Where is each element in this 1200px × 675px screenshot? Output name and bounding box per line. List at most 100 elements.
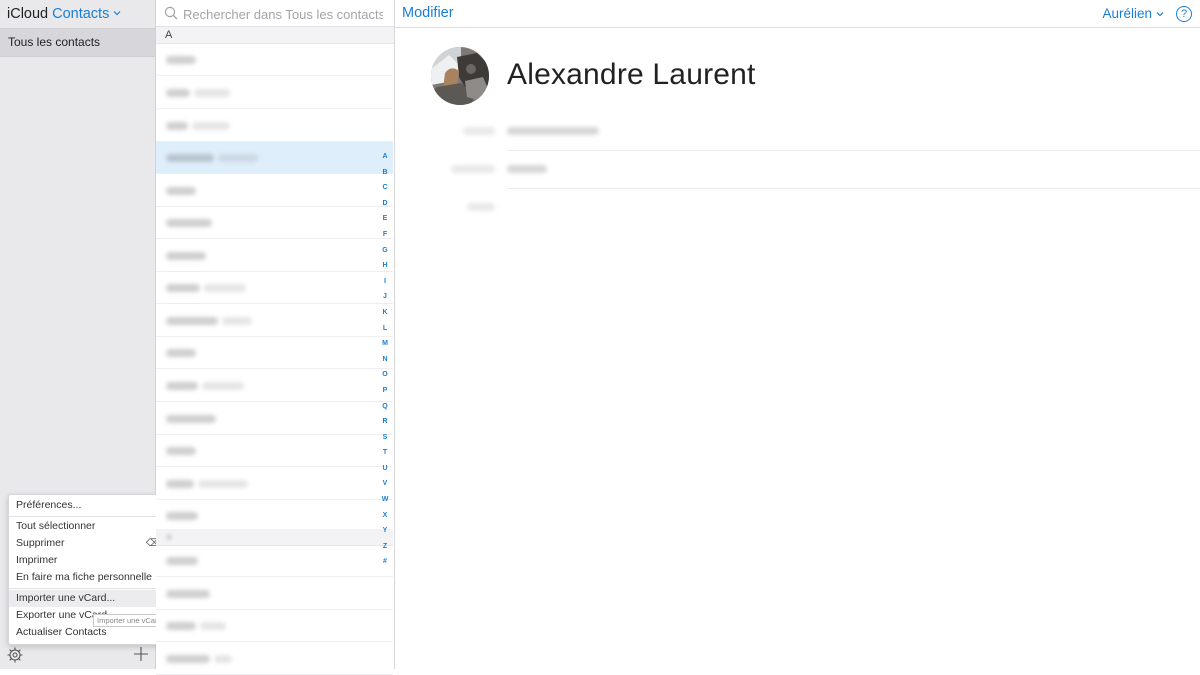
blurred-name bbox=[166, 187, 196, 195]
blurred-name bbox=[166, 252, 206, 260]
contact-row[interactable] bbox=[156, 500, 393, 532]
index-letter[interactable]: Z bbox=[377, 539, 393, 555]
index-letter[interactable]: Y bbox=[377, 523, 393, 539]
index-letter[interactable]: S bbox=[377, 430, 393, 446]
contact-row[interactable] bbox=[156, 240, 393, 272]
contact-row[interactable] bbox=[156, 305, 393, 337]
contact-row[interactable] bbox=[156, 44, 393, 76]
index-letter[interactable]: W bbox=[377, 492, 393, 508]
blurred-name bbox=[166, 557, 198, 565]
contact-row[interactable] bbox=[156, 207, 393, 239]
index-letter[interactable]: X bbox=[377, 508, 393, 524]
index-letter[interactable]: A bbox=[377, 149, 393, 165]
contact-row[interactable] bbox=[156, 110, 393, 142]
index-letter[interactable]: R bbox=[377, 414, 393, 430]
app-switcher[interactable]: Contacts bbox=[52, 6, 109, 22]
contact-row[interactable] bbox=[156, 403, 393, 435]
section-header: A bbox=[156, 27, 394, 44]
search-bar bbox=[156, 0, 394, 27]
menu-item-preferences[interactable]: Préférences... bbox=[9, 497, 166, 514]
index-letter[interactable]: D bbox=[377, 196, 393, 212]
contact-row[interactable] bbox=[156, 337, 393, 369]
index-letter[interactable]: O bbox=[377, 367, 393, 383]
blurred-name bbox=[166, 154, 214, 162]
menu-item-delete[interactable]: Supprimer ⌫ bbox=[9, 535, 166, 552]
index-letter[interactable]: J bbox=[377, 289, 393, 305]
edit-button[interactable]: Modifier bbox=[402, 5, 454, 21]
plus-icon[interactable] bbox=[132, 645, 150, 663]
contact-row[interactable] bbox=[156, 435, 393, 467]
index-letter[interactable]: U bbox=[377, 461, 393, 477]
tooltip: Importer une vCard bbox=[93, 614, 166, 627]
contact-row[interactable] bbox=[156, 370, 393, 402]
user-name: Aurélien bbox=[1102, 6, 1152, 21]
detail-toolbar: Modifier Aurélien ? bbox=[395, 0, 1200, 28]
blurred-name bbox=[218, 154, 258, 162]
blurred-name bbox=[166, 655, 210, 663]
contact-row[interactable] bbox=[156, 545, 393, 577]
user-menu[interactable]: Aurélien bbox=[1102, 6, 1164, 21]
gear-icon[interactable] bbox=[6, 646, 24, 664]
blurred-name bbox=[166, 56, 196, 64]
index-letter[interactable]: H bbox=[377, 258, 393, 274]
field-notes bbox=[395, 189, 1200, 227]
field-value[interactable] bbox=[507, 165, 547, 173]
blurred-name bbox=[166, 480, 194, 488]
index-letter[interactable]: L bbox=[377, 321, 393, 337]
field-phone bbox=[395, 113, 1200, 151]
contact-row[interactable] bbox=[156, 610, 393, 642]
avatar bbox=[431, 47, 489, 105]
menu-item-print[interactable]: Imprimer bbox=[9, 552, 166, 569]
blurred-name bbox=[166, 415, 216, 423]
blurred-name bbox=[166, 284, 200, 292]
index-letter[interactable]: # bbox=[377, 554, 393, 570]
contact-row[interactable] bbox=[156, 175, 393, 207]
help-icon[interactable]: ? bbox=[1176, 6, 1192, 22]
index-letter[interactable]: T bbox=[377, 445, 393, 461]
contact-row[interactable] bbox=[156, 142, 393, 174]
chevron-down-icon[interactable] bbox=[113, 10, 121, 16]
section-header-z bbox=[156, 529, 393, 546]
blurred-name bbox=[166, 382, 198, 390]
index-letter[interactable]: N bbox=[377, 352, 393, 368]
menu-separator bbox=[9, 516, 166, 517]
search-input[interactable] bbox=[181, 3, 385, 25]
alphabet-index: A B C D E F G H I J K L M N O P Q R S T U V W X Y Z # bbox=[377, 149, 393, 570]
index-letter[interactable]: Q bbox=[377, 399, 393, 415]
contact-row[interactable] bbox=[156, 578, 393, 610]
index-letter[interactable]: E bbox=[377, 211, 393, 227]
menu-item-delete-label: Supprimer bbox=[16, 537, 65, 549]
search-icon bbox=[164, 6, 178, 20]
blurred-name bbox=[166, 349, 196, 357]
field-value[interactable] bbox=[507, 127, 599, 135]
index-letter[interactable]: K bbox=[377, 305, 393, 321]
menu-item-make-my-card[interactable]: En faire ma fiche personnelle bbox=[9, 569, 166, 586]
contact-row[interactable] bbox=[156, 643, 393, 675]
contact-name: Alexandre Laurent bbox=[507, 58, 756, 91]
index-letter[interactable]: C bbox=[377, 180, 393, 196]
blurred-name bbox=[192, 122, 230, 130]
index-letter[interactable]: V bbox=[377, 476, 393, 492]
index-letter[interactable]: B bbox=[377, 165, 393, 181]
blurred-name bbox=[166, 447, 196, 455]
group-all-contacts[interactable]: Tous les contacts bbox=[0, 28, 155, 57]
blurred-name bbox=[166, 89, 190, 97]
index-letter[interactable]: F bbox=[377, 227, 393, 243]
contact-row[interactable] bbox=[156, 272, 393, 304]
field-label bbox=[467, 203, 495, 211]
contact-row[interactable] bbox=[156, 468, 393, 500]
blurred-name bbox=[204, 284, 246, 292]
blurred-name bbox=[166, 622, 196, 630]
sidebar-footer bbox=[0, 641, 155, 669]
contact-detail: Modifier Aurélien ? Alexandre Laurent bbox=[395, 0, 1200, 669]
blurred-letter bbox=[166, 534, 172, 540]
blurred-name bbox=[166, 219, 212, 227]
index-letter[interactable]: M bbox=[377, 336, 393, 352]
contact-row[interactable] bbox=[156, 77, 393, 109]
menu-item-select-all[interactable]: Tout sélectionner bbox=[9, 518, 166, 535]
index-letter[interactable]: G bbox=[377, 243, 393, 259]
index-letter[interactable]: P bbox=[377, 383, 393, 399]
index-letter[interactable]: I bbox=[377, 274, 393, 290]
blurred-name bbox=[202, 382, 244, 390]
menu-item-import-vcard[interactable]: Importer une vCard... bbox=[9, 590, 166, 607]
